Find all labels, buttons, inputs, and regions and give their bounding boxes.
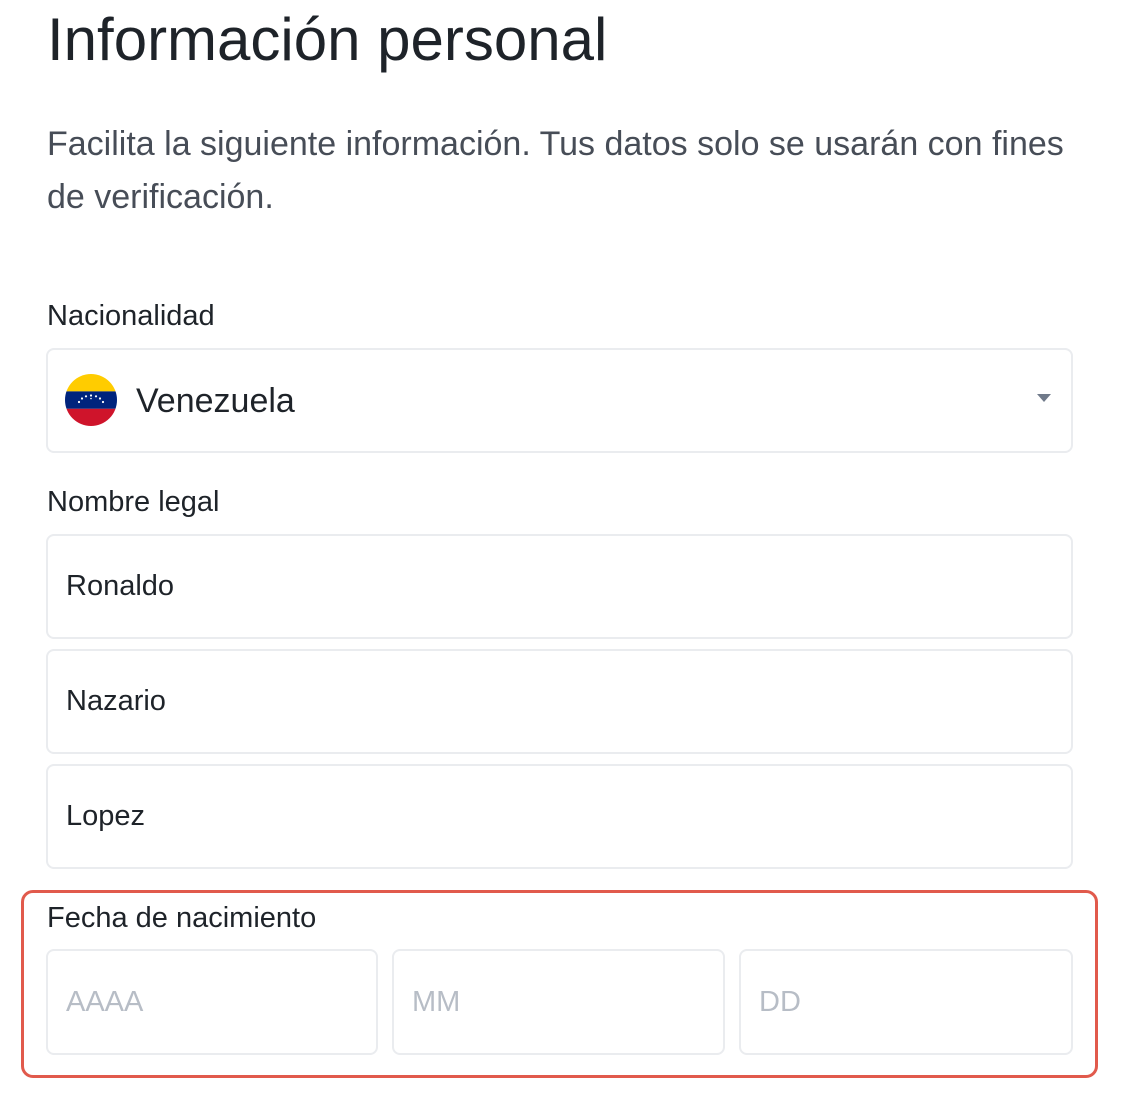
birth-day-input[interactable] <box>739 949 1073 1055</box>
caret-down-icon <box>1037 394 1051 402</box>
first-name-input[interactable] <box>46 534 1073 639</box>
birth-month-input[interactable] <box>392 949 725 1055</box>
middle-name-input[interactable] <box>46 649 1073 754</box>
page-subtitle: Facilita la siguiente información. Tus d… <box>47 125 1064 216</box>
nationality-select[interactable]: Venezuela <box>46 348 1073 453</box>
venezuela-flag-icon <box>65 374 117 426</box>
nationality-value: Venezuela <box>136 382 295 420</box>
birth-year-input[interactable] <box>46 949 378 1055</box>
last-name-input[interactable] <box>46 764 1073 869</box>
page-title: Información personal <box>47 6 608 73</box>
nationality-label: Nacionalidad <box>47 300 215 332</box>
legal-name-label: Nombre legal <box>47 486 220 518</box>
birth-date-label: Fecha de nacimiento <box>47 902 317 934</box>
